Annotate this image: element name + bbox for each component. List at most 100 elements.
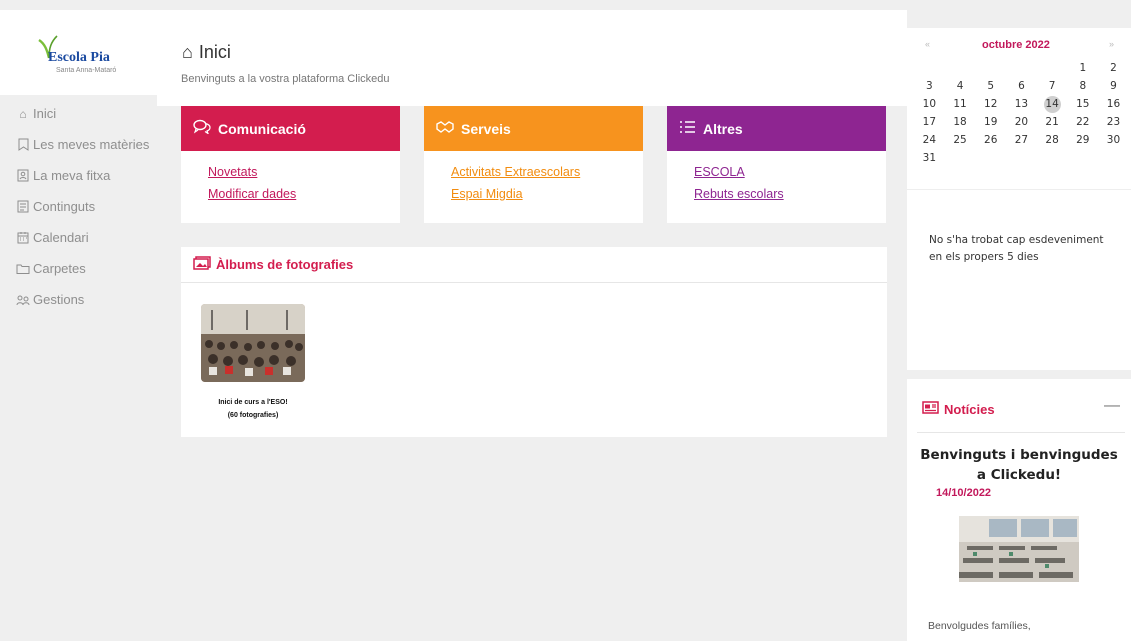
calendar-day[interactable]: 28 <box>1037 131 1068 149</box>
link-novetats[interactable]: Novetats <box>208 165 400 179</box>
news-item-title[interactable]: Benvinguts i benvingudes a Clickedu! <box>919 445 1119 485</box>
calendar-day-number: 24 <box>922 134 937 146</box>
calendar-day-number: 21 <box>1045 116 1059 128</box>
calendar-day[interactable]: 2 <box>1098 59 1129 77</box>
calendar-month: octubre 2022 <box>982 39 1050 51</box>
calendar-day[interactable]: 13 <box>1006 95 1037 113</box>
album-item[interactable]: Inici de curs a l'ESO! (60 fotografies) <box>201 304 305 422</box>
calendar-day[interactable]: 19 <box>975 113 1006 131</box>
calendar-day[interactable]: 4 <box>945 77 976 95</box>
calendar-day-number: 5 <box>987 80 995 92</box>
calendar-day[interactable]: 30 <box>1098 131 1129 149</box>
calendar-empty-cell <box>1037 59 1068 77</box>
calendar-day-number: 2 <box>1110 62 1117 74</box>
link-activitats-extraescolars[interactable]: Activitats Extraescolars <box>451 165 643 179</box>
calendar-day[interactable]: 20 <box>1006 113 1037 131</box>
card-header: Serveis <box>424 106 643 151</box>
sidebar-item-label: Continguts <box>33 199 96 214</box>
sidebar-item-label: Les meves matèries <box>33 137 150 152</box>
calendar-day[interactable]: 11 <box>945 95 976 113</box>
calendar-day[interactable]: 26 <box>975 131 1006 149</box>
calendar-day[interactable]: 3 <box>914 77 945 95</box>
sidebar-item-inici[interactable]: ⌂ Inici <box>0 98 157 129</box>
calendar-day[interactable]: 29 <box>1067 131 1098 149</box>
link-rebuts-escolars[interactable]: Rebuts escolars <box>694 187 886 201</box>
card-header: Comunicació <box>181 106 400 151</box>
calendar-empty-cell <box>945 59 976 77</box>
link-modificar-dades[interactable]: Modificar dades <box>208 187 400 201</box>
calendar-day[interactable]: 8 <box>1067 77 1098 95</box>
calendar-prev-button[interactable]: « <box>925 39 930 49</box>
card-altres: Altres ESCOLA Rebuts escolars <box>667 106 886 223</box>
calendar-day-number: 28 <box>1045 134 1059 146</box>
calendar-day[interactable]: 6 <box>1006 77 1037 95</box>
school-logo[interactable]: Escola Pia Santa Anna-Mataró <box>0 10 157 95</box>
sidebar-item-continguts[interactable]: Continguts <box>0 191 157 222</box>
sidebar-item-carpetes[interactable]: Carpetes <box>0 253 157 284</box>
page-subtitle: Benvinguts a la vostra plataforma Clicke… <box>181 73 390 85</box>
minimize-button[interactable]: — <box>1104 397 1120 415</box>
calendar-day-number: 20 <box>1014 116 1029 128</box>
link-espai-migdia[interactable]: Espai Migdia <box>451 187 643 201</box>
calendar-day-number: 19 <box>984 116 998 128</box>
content-icon <box>15 200 31 213</box>
calendar-day-number: 4 <box>956 80 964 92</box>
calendar-day[interactable]: 17 <box>914 113 945 131</box>
calendar-empty-cell <box>1067 149 1098 167</box>
calendar-day[interactable]: 15 <box>1067 95 1098 113</box>
calendar-day[interactable]: 23 <box>1098 113 1129 131</box>
calendar-day[interactable]: 21 <box>1037 113 1068 131</box>
calendar-day-number: 26 <box>984 134 998 146</box>
calendar-day[interactable]: 5 <box>975 77 1006 95</box>
sidebar-item-materies[interactable]: Les meves matèries <box>0 129 157 160</box>
home-icon: ⌂ <box>182 42 193 62</box>
news-item-body: Benvolgudes famílies, <box>928 620 1031 632</box>
calendar-day[interactable]: 12 <box>975 95 1006 113</box>
logo-name: Escola Pia <box>48 50 110 65</box>
calendar-day[interactable]: 24 <box>914 131 945 149</box>
list-icon <box>679 120 696 138</box>
link-escola[interactable]: ESCOLA <box>694 165 886 179</box>
card-title: Altres <box>703 120 743 137</box>
calendar-day-number: 22 <box>1076 116 1090 128</box>
calendar-day[interactable]: 10 <box>914 95 945 113</box>
people-icon <box>15 294 31 306</box>
album-title: Inici de curs a l'ESO! <box>218 399 288 406</box>
calendar-next-button[interactable]: » <box>1109 39 1114 49</box>
calendar-widget: « octubre 2022 » 1 2 3 4 5 6 7 8 9 10 11 12 13 14 15 16… <box>907 28 1131 370</box>
calendar-empty-cell <box>1006 59 1037 77</box>
calendar-day[interactable]: 25 <box>945 131 976 149</box>
calendar-day[interactable]: 22 <box>1067 113 1098 131</box>
calendar-empty-cell <box>975 149 1006 167</box>
calendar-day[interactable]: 18 <box>945 113 976 131</box>
sidebar-item-label: La meva fitxa <box>33 168 111 183</box>
calendar-day[interactable]: 7 <box>1037 77 1068 95</box>
calendar-day-number: 7 <box>1048 80 1056 92</box>
calendar-day-number: 29 <box>1076 134 1090 146</box>
sidebar-item-fitxa[interactable]: La meva fitxa <box>0 160 157 191</box>
sidebar-nav: ⌂ Inici Les meves matèries La meva fitxa… <box>0 98 157 315</box>
card-header: Altres <box>667 106 886 151</box>
photo-album-icon <box>193 256 211 273</box>
calendar-day[interactable]: 14 <box>1037 95 1068 113</box>
calendar-day[interactable]: 31 <box>914 149 945 167</box>
calendar-day-number: 15 <box>1076 98 1090 110</box>
calendar-day-number: 11 <box>953 98 967 110</box>
calendar-empty-cell <box>1098 149 1129 167</box>
albums-title: Àlbums de fotografies <box>216 257 354 272</box>
calendar-day-number: 23 <box>1106 116 1121 128</box>
calendar-empty-cell <box>1037 149 1068 167</box>
calendar-day[interactable]: 16 <box>1098 95 1129 113</box>
news-item-image[interactable] <box>959 516 1079 582</box>
calendar-grid: 1 2 3 4 5 6 7 8 9 10 11 12 13 14 15 16 17 18 19 20 21 22 23 24 2… <box>914 59 1129 167</box>
calendar-day[interactable]: 9 <box>1098 77 1129 95</box>
calendar-day-number: 16 <box>1106 98 1121 110</box>
calendar-day[interactable]: 1 <box>1067 59 1098 77</box>
calendar-day[interactable]: 27 <box>1006 131 1037 149</box>
right-column: « octubre 2022 » 1 2 3 4 5 6 7 8 9 10 11 12 13 14 15 16… <box>907 10 1131 641</box>
handshake-icon <box>436 120 454 138</box>
sidebar-item-calendari[interactable]: Calendari <box>0 222 157 253</box>
sidebar-item-gestions[interactable]: Gestions <box>0 284 157 315</box>
calendar-day-number: 17 <box>922 116 937 128</box>
card-comunicacio: Comunicació Novetats Modificar dades <box>181 106 400 223</box>
